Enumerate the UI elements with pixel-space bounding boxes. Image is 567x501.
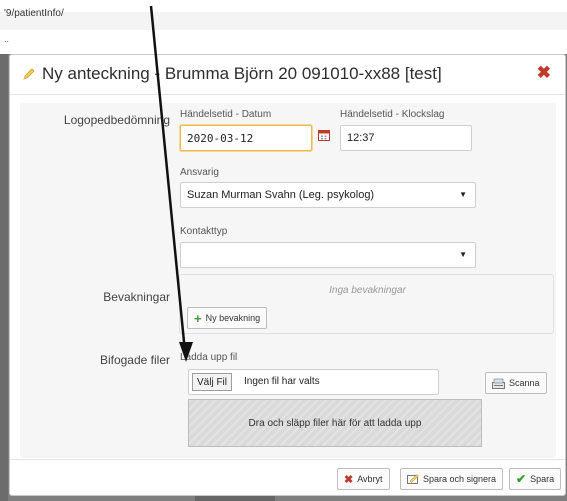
address-bar[interactable]: '9/patientInfo/ [0,8,567,30]
no-file-text: Ingen fil har valts [244,376,320,387]
upload-label: Ladda upp fil [180,352,238,363]
dialog-title: Ny anteckning - Brumma Björn 20 091010-x… [42,64,442,83]
surveillance-empty-text: Inga bevakningar [329,285,406,296]
responsible-select[interactable]: Suzan Murman Svahn (Leg. psykolog) ▼ [180,182,476,208]
plus-icon: + [194,310,202,326]
dialog-footer: ✖ Avbryt Spara och signera ✔ Spara [10,459,565,495]
date-label: Händelsetid - Datum [180,109,272,120]
time-label: Händelsetid - Klockslag [340,109,445,120]
dialog-header: Ny anteckning - Brumma Björn 20 091010-x… [10,55,565,95]
save-label: Spara [530,474,555,484]
surveillance-box: Inga bevakningar + Ny bevakning [179,274,554,334]
chevron-down-icon: ▼ [459,190,467,199]
background-fragment [195,496,275,501]
contact-type-select[interactable]: ▼ [180,242,476,268]
responsible-value: Suzan Murman Svahn (Leg. psykolog) [187,189,375,201]
page-edge [0,54,8,501]
save-button[interactable]: ✔ Spara [509,468,562,490]
section-label: Logopedbedömning [63,113,170,127]
add-surveillance-button[interactable]: + Ny bevakning [187,307,268,329]
scan-button[interactable]: Scanna [485,372,547,394]
cancel-label: Avbryt [357,474,383,484]
close-icon[interactable]: ✖ [537,63,551,83]
url-text: '9/patientInfo/ [4,8,64,19]
scanner-icon [492,378,505,389]
pencil-icon [23,68,35,80]
date-input[interactable]: 2020-03-12 [180,125,312,151]
sign-icon [407,474,419,484]
time-input[interactable]: 12:37 [340,125,472,151]
cross-icon: ✖ [344,473,354,486]
attachments-label: Bifogade filer [99,353,170,367]
file-input[interactable]: Välj Fil Ingen fil har valts [188,369,439,395]
scan-label: Scanna [509,378,540,388]
responsible-label: Ansvarig [180,167,219,178]
page-breadcrumb: .. [4,34,10,44]
save-sign-label: Spara och signera [423,474,497,484]
calendar-icon[interactable] [318,129,330,141]
check-icon: ✔ [516,472,527,486]
add-surveillance-label: Ny bevakning [205,313,261,323]
chevron-down-icon: ▼ [459,250,467,259]
cancel-button[interactable]: ✖ Avbryt [337,468,390,490]
choose-file-button[interactable]: Välj Fil [192,373,233,391]
surveillance-label: Bevakningar [103,290,170,304]
note-dialog: Ny anteckning - Brumma Björn 20 091010-x… [9,54,566,496]
contact-type-label: Kontakttyp [180,226,228,237]
file-dropzone[interactable]: Dra och släpp filer här för att ladda up… [188,399,482,447]
save-sign-button[interactable]: Spara och signera [400,468,504,490]
